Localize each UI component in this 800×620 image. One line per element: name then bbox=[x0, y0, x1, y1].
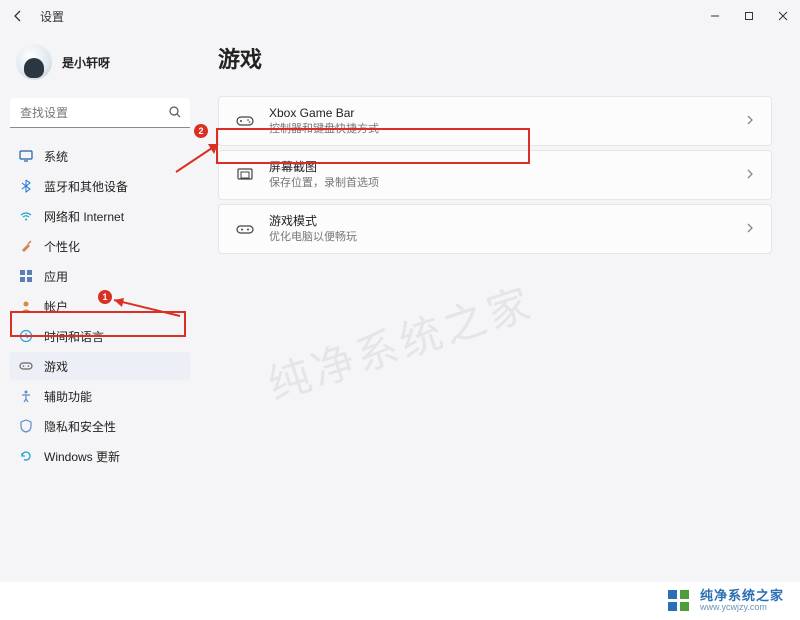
sidebar-item-system[interactable]: 系统 bbox=[10, 142, 190, 170]
page-title: 游戏 bbox=[218, 42, 772, 74]
sidebar-item-time-language[interactable]: 时间和语言 bbox=[10, 322, 190, 350]
brush-icon bbox=[18, 238, 34, 254]
bluetooth-icon bbox=[18, 178, 34, 194]
sidebar-item-label: 应用 bbox=[44, 268, 68, 285]
card-title: Xbox Game Bar bbox=[269, 106, 745, 122]
update-icon bbox=[18, 448, 34, 464]
watermark-url: www.ycwjzy.com bbox=[700, 603, 784, 613]
sidebar-item-label: Windows 更新 bbox=[44, 448, 120, 465]
card-title: 游戏模式 bbox=[269, 214, 745, 230]
sidebar-item-network[interactable]: 网络和 Internet bbox=[10, 202, 190, 230]
capture-icon bbox=[235, 166, 255, 184]
chevron-right-icon bbox=[745, 112, 755, 130]
sidebar-item-personalization[interactable]: 个性化 bbox=[10, 232, 190, 260]
gamemode-icon bbox=[235, 220, 255, 238]
gamebar-icon bbox=[235, 112, 255, 130]
chevron-right-icon bbox=[745, 166, 755, 184]
sidebar-item-label: 时间和语言 bbox=[44, 328, 104, 345]
sidebar-item-bluetooth[interactable]: 蓝牙和其他设备 bbox=[10, 172, 190, 200]
game-icon bbox=[18, 358, 34, 374]
system-icon bbox=[18, 148, 34, 164]
sidebar-item-label: 辅助功能 bbox=[44, 388, 92, 405]
wifi-icon bbox=[18, 208, 34, 224]
window-title: 设置 bbox=[40, 8, 64, 25]
apps-icon bbox=[18, 268, 34, 284]
account-icon bbox=[18, 298, 34, 314]
sidebar-item-windows-update[interactable]: Windows 更新 bbox=[10, 442, 190, 470]
time-icon bbox=[18, 328, 34, 344]
accessibility-icon bbox=[18, 388, 34, 404]
sidebar-item-label: 蓝牙和其他设备 bbox=[44, 178, 128, 195]
card-subtitle: 优化电脑以便畅玩 bbox=[269, 230, 745, 244]
sidebar-item-label: 系统 bbox=[44, 148, 68, 165]
sidebar-item-label: 网络和 Internet bbox=[44, 208, 124, 225]
card-title: 屏幕截图 bbox=[269, 160, 745, 176]
close-button[interactable] bbox=[766, 4, 800, 28]
maximize-button[interactable] bbox=[732, 4, 766, 28]
card-captures[interactable]: 屏幕截图 保存位置，录制首选项 bbox=[218, 150, 772, 200]
card-game-mode[interactable]: 游戏模式 优化电脑以便畅玩 bbox=[218, 204, 772, 254]
username: 是小轩呀 bbox=[62, 54, 110, 71]
sidebar-item-label: 帐户 bbox=[44, 298, 68, 315]
search-icon bbox=[168, 105, 182, 124]
card-subtitle: 保存位置，录制首选项 bbox=[269, 176, 745, 190]
sidebar-item-label: 游戏 bbox=[44, 358, 68, 375]
privacy-icon bbox=[18, 418, 34, 434]
sidebar-item-privacy[interactable]: 隐私和安全性 bbox=[10, 412, 190, 440]
card-subtitle: 控制器和键盘快捷方式 bbox=[269, 122, 745, 136]
watermark-logo-icon bbox=[666, 588, 692, 614]
sidebar-item-label: 隐私和安全性 bbox=[44, 418, 116, 435]
annotation-badge-2: 2 bbox=[194, 124, 208, 138]
sidebar-item-label: 个性化 bbox=[44, 238, 80, 255]
card-xbox-game-bar[interactable]: Xbox Game Bar 控制器和键盘快捷方式 bbox=[218, 96, 772, 146]
chevron-right-icon bbox=[745, 220, 755, 238]
search-input[interactable] bbox=[10, 98, 190, 128]
watermark-brand: 纯净系统之家 bbox=[700, 589, 784, 603]
minimize-button[interactable] bbox=[698, 4, 732, 28]
sidebar-item-accessibility[interactable]: 辅助功能 bbox=[10, 382, 190, 410]
avatar[interactable] bbox=[16, 44, 52, 80]
sidebar-item-gaming[interactable]: 游戏 bbox=[10, 352, 190, 380]
back-button[interactable] bbox=[8, 6, 28, 26]
sidebar-item-apps[interactable]: 应用 bbox=[10, 262, 190, 290]
annotation-badge-1: 1 bbox=[98, 290, 112, 304]
